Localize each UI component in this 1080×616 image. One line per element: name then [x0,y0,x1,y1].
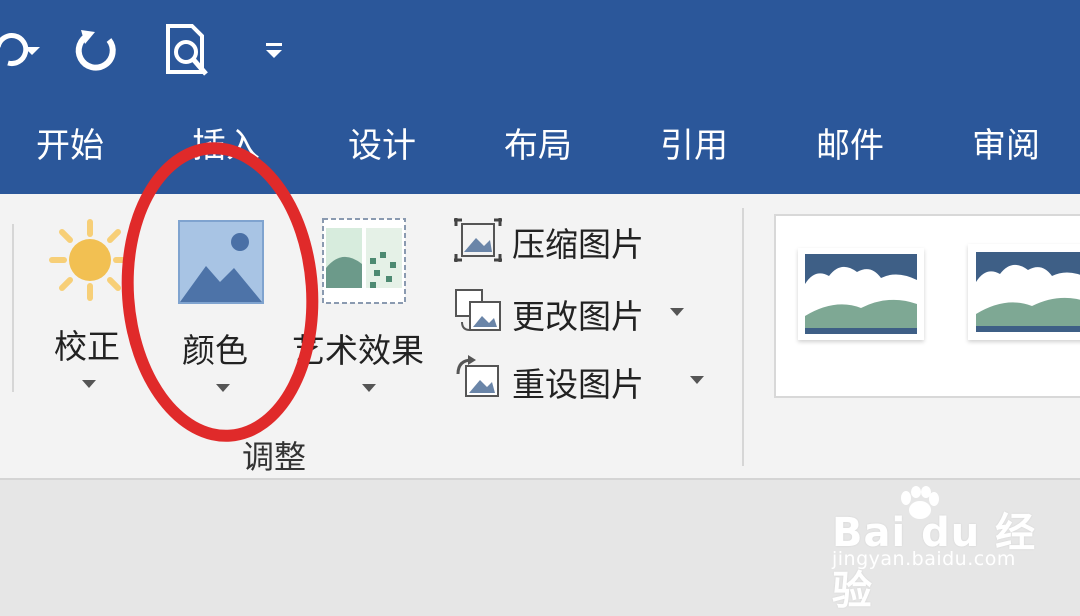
change-picture-button[interactable]: 更改图片 [454,284,694,336]
artistic-effects-button[interactable]: 艺术效果 [292,208,442,398]
change-picture-dropdown-caret [670,308,684,316]
adjust-group-label: 调整 [242,438,307,476]
reset-picture-button[interactable]: 重设图片 [454,352,710,404]
artistic-effects-label: 艺术效果 [292,331,424,370]
picture-color-icon [178,220,264,304]
corrections-dropdown-caret [82,380,96,388]
reset-picture-dropdown-caret [690,376,704,384]
compress-pictures-icon [454,218,502,262]
redo-icon [75,30,116,71]
tab-mailings[interactable]: 邮件 [816,118,884,174]
picture-style-item[interactable] [798,248,924,340]
picture-style-item[interactable] [968,244,1080,340]
tab-insert[interactable]: 插入 [192,118,260,174]
corrections-label: 校正 [54,327,120,366]
picture-style-thumbnail-icon [805,254,917,334]
sun-icon [49,219,131,301]
artistic-effects-icon [322,218,406,304]
group-separator-left [12,224,14,392]
print-preview-button[interactable] [162,20,214,80]
change-picture-icon [455,289,501,331]
color-label: 颜色 [182,331,248,370]
corrections-button[interactable]: 校正 [40,208,152,398]
redo-button[interactable] [72,20,122,80]
undo-icon [0,33,40,66]
compress-pictures-button[interactable]: 压缩图片 [454,214,684,266]
print-preview-icon [166,24,208,76]
undo-button[interactable] [0,20,44,80]
tab-layout[interactable]: 布局 [504,118,572,174]
tab-references[interactable]: 引用 [660,118,728,174]
picture-style-thumbnail-icon [976,252,1080,332]
change-picture-label: 更改图片 [512,297,644,336]
tab-home[interactable]: 开始 [36,118,104,174]
baidu-jingyan-watermark: Bai du 经验 jingyan.baidu.com [832,486,1072,614]
watermark-url: jingyan.baidu.com [832,548,1016,570]
tab-review[interactable]: 审阅 [972,118,1040,174]
tab-design[interactable]: 设计 [348,118,416,174]
color-dropdown-caret [216,384,230,392]
reset-picture-label: 重设图片 [512,365,644,404]
customize-qat-icon [266,43,282,58]
group-separator-right [742,208,744,466]
artistic-effects-dropdown-caret [362,384,376,392]
compress-pictures-label: 压缩图片 [512,225,644,264]
reset-picture-icon [456,355,499,397]
customize-qat-button[interactable] [258,20,290,80]
title-bar [0,0,1080,108]
color-button[interactable]: 颜色 [168,208,278,398]
